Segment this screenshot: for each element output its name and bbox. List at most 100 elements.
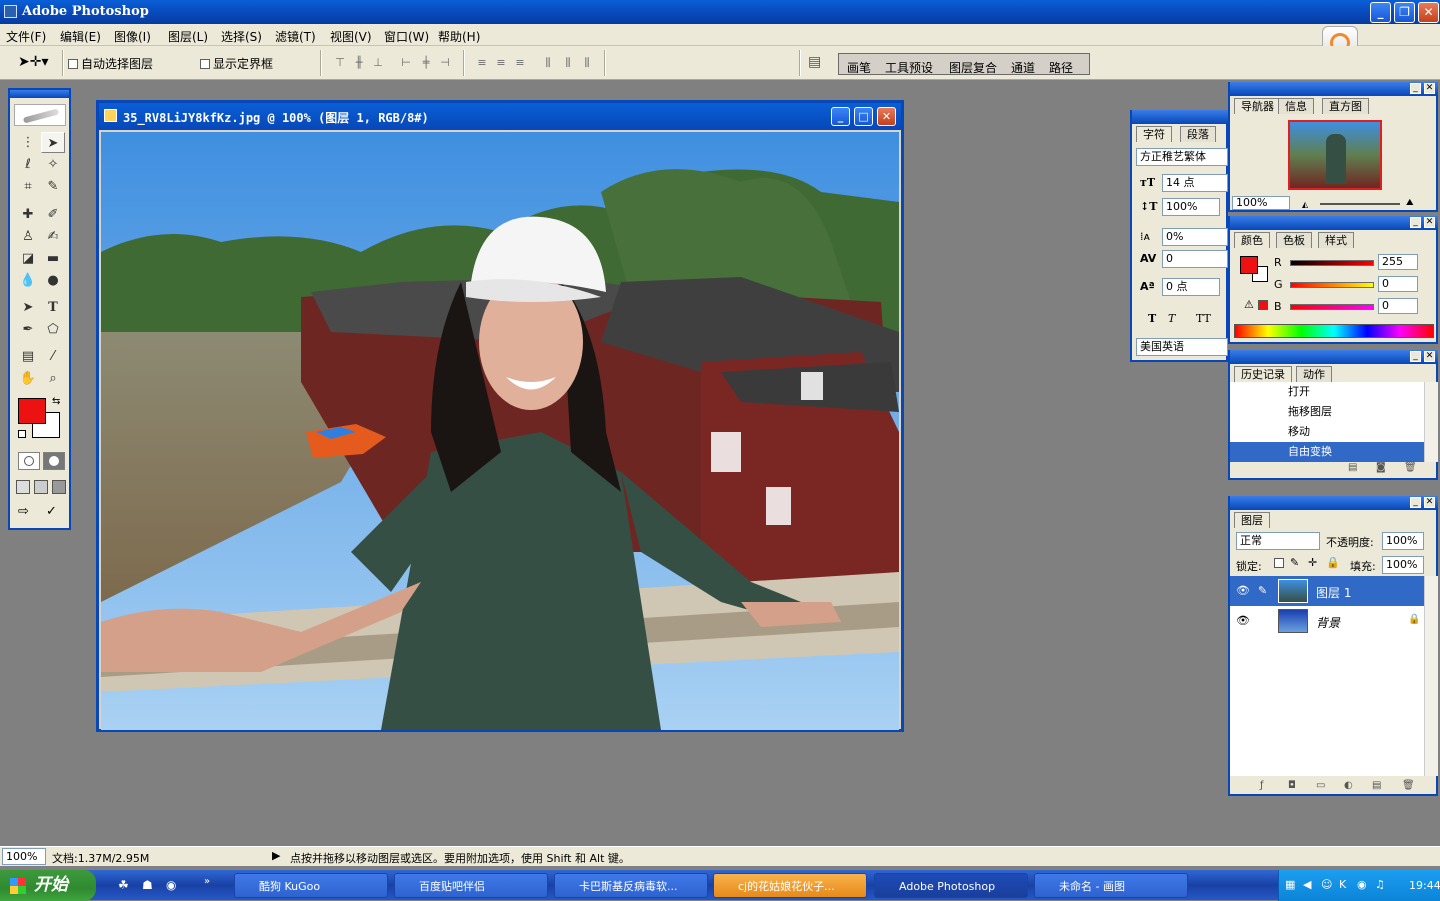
distribute-right-icon[interactable]: ⫼ (580, 56, 594, 70)
tab-styles[interactable]: 样式 (1318, 232, 1354, 248)
tab-actions[interactable]: 动作 (1296, 366, 1332, 382)
quicklaunch-expand-icon[interactable]: » (204, 876, 210, 887)
slice-tool-icon[interactable]: ✎ (41, 176, 65, 197)
baseline-shift-field[interactable]: 0 点 (1162, 278, 1220, 296)
task-kugoo[interactable]: 酷狗 KuGoo (234, 873, 388, 898)
menu-edit[interactable]: 编辑(E) (60, 28, 101, 45)
layers-minimize-button[interactable]: _ (1410, 497, 1421, 508)
lock-image-icon[interactable]: ✎ (1290, 556, 1299, 569)
green-slider[interactable] (1290, 282, 1374, 288)
shape-tool-icon[interactable]: ⬠ (41, 319, 65, 340)
history-close-button[interactable]: ✕ (1424, 351, 1435, 362)
font-family-select[interactable]: 方正稚艺繁体 (1136, 148, 1228, 166)
red-value-field[interactable]: 255 (1378, 254, 1418, 270)
well-paths[interactable]: 路径 (1049, 59, 1073, 76)
well-channels[interactable]: 通道 (1011, 59, 1035, 76)
close-button[interactable]: ✕ (1418, 2, 1439, 23)
layers-panel-titlebar[interactable]: _ ✕ (1230, 496, 1438, 510)
faux-italic-button[interactable]: T (1168, 312, 1175, 325)
clock[interactable]: 19:44 (1409, 879, 1440, 892)
navigator-minimize-button[interactable]: _ (1410, 83, 1421, 94)
new-layer-icon[interactable]: ▤ (1372, 780, 1381, 791)
doc-maximize-button[interactable]: □ (854, 107, 873, 126)
faux-bold-button[interactable]: T (1148, 312, 1156, 325)
align-bottom-icon[interactable]: ⊥ (371, 56, 385, 70)
doc-close-button[interactable]: ✕ (877, 107, 896, 126)
green-value-field[interactable]: 0 (1378, 276, 1418, 292)
brush-link-icon[interactable]: ✎ (1258, 584, 1267, 597)
color-fg-swatch[interactable] (1240, 256, 1258, 274)
task-kaspersky[interactable]: 卡巴斯基反病毒软... (554, 873, 708, 898)
task-photoshop[interactable]: Adobe Photoshop (874, 873, 1028, 898)
distribute-top-icon[interactable]: ≡ (475, 56, 489, 70)
foreground-color-swatch[interactable] (18, 398, 46, 424)
path-selection-tool-icon[interactable]: ➤ (16, 297, 40, 318)
menu-image[interactable]: 图像(I) (114, 28, 151, 45)
align-hcenter-icon[interactable]: ╪ (419, 56, 433, 70)
task-paint[interactable]: 未命名 - 画图 (1034, 873, 1188, 898)
quicklaunch-icon[interactable]: ◉ (166, 878, 176, 892)
well-layer-comps[interactable]: 图层复合 (949, 59, 997, 76)
tray-icon[interactable]: ♫ (1375, 878, 1385, 891)
file-browser-icon[interactable]: ▤ (808, 54, 828, 72)
image-canvas[interactable] (101, 132, 899, 730)
character-panel-titlebar[interactable] (1132, 110, 1228, 124)
magic-wand-tool-icon[interactable]: ✧ (41, 154, 65, 175)
task-baidu[interactable]: 百度贴吧伴侣 (394, 873, 548, 898)
status-menu-arrow-icon[interactable]: ▶ (272, 849, 280, 862)
layer-name[interactable]: 图层 1 (1316, 584, 1351, 601)
delete-layer-icon[interactable]: 🗑 (1402, 780, 1415, 791)
edit-in-imageready-icon[interactable]: ✓ (46, 504, 64, 522)
auto-select-checkbox[interactable]: 自动选择图层 (68, 55, 153, 72)
all-caps-button[interactable]: TT (1196, 312, 1211, 325)
dodge-tool-icon[interactable]: ● (41, 270, 65, 291)
font-size-field[interactable]: 14 点 (1162, 174, 1228, 192)
brush-tool-icon[interactable]: ✐ (41, 204, 65, 225)
distribute-left-icon[interactable]: ⫼ (541, 56, 555, 70)
screen-mode-standard-icon[interactable] (16, 480, 30, 494)
tab-color[interactable]: 颜色 (1234, 232, 1270, 248)
blend-mode-select[interactable]: 正常 (1236, 532, 1320, 550)
lasso-tool-icon[interactable]: ℓ (16, 154, 40, 175)
tray-icon[interactable]: ▦ (1285, 878, 1295, 891)
quicklaunch-icon[interactable]: ☗ (142, 878, 153, 892)
lock-transparency-icon[interactable] (1274, 558, 1284, 568)
healing-brush-tool-icon[interactable]: ✚ (16, 204, 40, 225)
gradient-tool-icon[interactable]: ▬ (41, 248, 65, 269)
menu-select[interactable]: 选择(S) (221, 28, 262, 45)
swap-colors-icon[interactable]: ⇆ (52, 396, 60, 407)
doc-minimize-button[interactable]: _ (831, 107, 850, 126)
minimize-button[interactable]: _ (1370, 2, 1391, 23)
toolbox-titlebar[interactable] (10, 90, 69, 98)
navigator-panel-titlebar[interactable]: _ ✕ (1230, 82, 1438, 96)
tray-icon[interactable]: ☺ (1321, 878, 1332, 891)
move-tool-icon-box[interactable]: ➤ (41, 132, 65, 153)
history-trash-icon[interactable]: 🗑 (1404, 462, 1417, 473)
screen-mode-full-icon[interactable] (52, 480, 66, 494)
tab-character[interactable]: 字符 (1136, 126, 1172, 142)
menu-file[interactable]: 文件(F) (6, 28, 46, 45)
fill-field[interactable]: 100% (1382, 556, 1424, 574)
tray-icon[interactable]: ◀ (1303, 878, 1311, 891)
tab-histogram[interactable]: 直方图 (1322, 98, 1369, 114)
tab-history[interactable]: 历史记录 (1234, 366, 1292, 382)
blur-tool-icon[interactable]: 💧 (16, 270, 40, 291)
menu-filter[interactable]: 滤镜(T) (275, 28, 316, 45)
zoom-in-icon[interactable]: ⛰ (1406, 198, 1414, 208)
clone-stamp-tool-icon[interactable]: ♙ (16, 226, 40, 247)
color-ramp[interactable] (1234, 324, 1434, 338)
history-brush-tool-icon[interactable]: ✍ (41, 226, 65, 247)
navigator-zoom-field[interactable]: 100% (1232, 196, 1290, 210)
default-colors-icon[interactable] (18, 430, 26, 438)
color-minimize-button[interactable]: _ (1410, 217, 1421, 228)
history-scrollbar[interactable] (1424, 382, 1438, 462)
menu-help[interactable]: 帮助(H) (438, 28, 480, 45)
adjustment-layer-icon[interactable]: ◐ (1344, 780, 1353, 791)
history-item[interactable]: 移动 (1230, 422, 1424, 442)
history-panel-titlebar[interactable]: _ ✕ (1230, 350, 1438, 364)
document-titlebar[interactable]: 35_RV8LiJY8kfKz.jpg @ 100% (图层 1, RGB/8#… (99, 103, 901, 130)
screen-mode-full-menu-icon[interactable] (34, 480, 48, 494)
marquee-tool-icon[interactable]: ⋮ (16, 132, 40, 153)
gamut-warning-icon[interactable]: ⚠ (1244, 298, 1254, 311)
tab-paragraph[interactable]: 段落 (1180, 126, 1216, 142)
